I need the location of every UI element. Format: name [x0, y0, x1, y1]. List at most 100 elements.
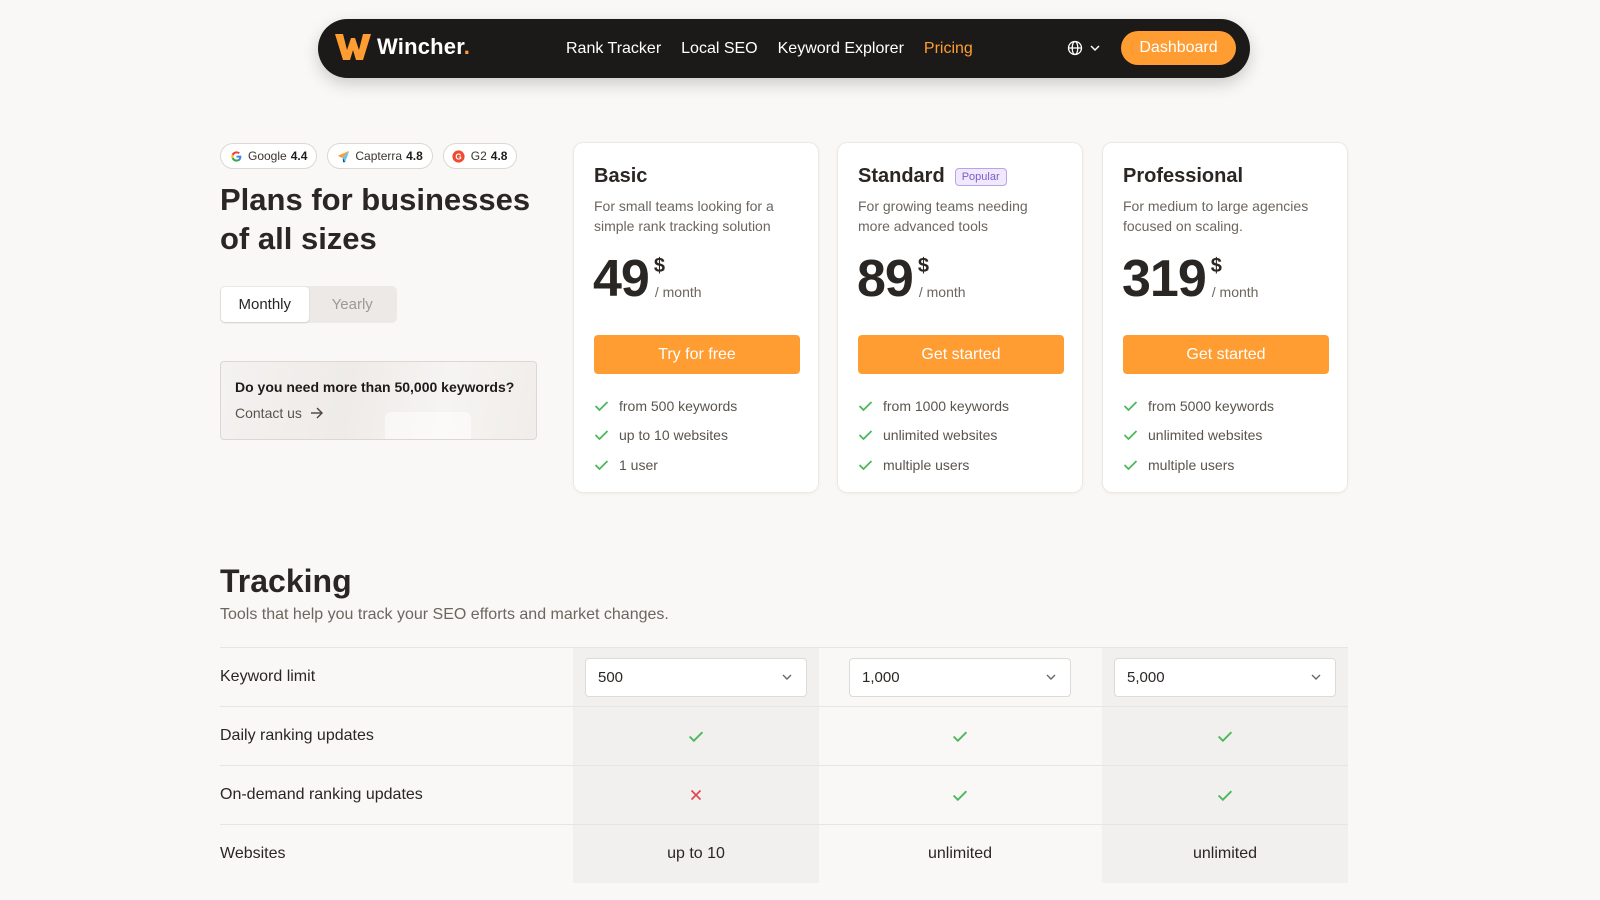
keyword-limit-select-basic[interactable]: 500 [585, 657, 807, 697]
nav-link-keyword-explorer[interactable]: Keyword Explorer [778, 40, 904, 58]
table-cell: 5,000 [1102, 648, 1348, 706]
wincher-logo-icon [335, 34, 371, 60]
arrow-right-icon [310, 407, 323, 419]
svg-text:G: G [456, 152, 462, 161]
rating-score: 4.8 [406, 149, 423, 163]
check-icon [594, 460, 609, 471]
brand-logo[interactable]: Wincher. [334, 32, 470, 62]
plan-name: Basic [594, 165, 647, 188]
row-label: Websites [220, 845, 286, 862]
chevron-down-icon [1311, 674, 1321, 680]
table-cell: unlimited [1102, 825, 1348, 883]
get-started-button[interactable]: Get started [858, 335, 1064, 374]
section-title-tracking: Tracking [220, 563, 352, 599]
contact-us-link[interactable]: Contact us [235, 405, 324, 421]
keyword-limit-select-standard[interactable]: 1,000 [849, 657, 1071, 697]
table-cell: 1,000 [837, 648, 1083, 706]
row-label: On-demand ranking updates [220, 786, 423, 803]
feature-item: from 500 keywords [594, 391, 737, 421]
nav-links: Rank Tracker Local SEO Keyword Explorer … [566, 19, 993, 78]
page-title: Plans for businesses of all sizes [220, 182, 531, 256]
table-cell [1102, 766, 1348, 824]
price-amount: 89 [857, 250, 914, 308]
price-period: / month [654, 284, 702, 300]
rating-source: G2 [470, 149, 487, 163]
feature-text: multiple users [1148, 456, 1235, 473]
plan-card-professional: Professional For medium to large agencie… [1102, 142, 1348, 493]
plan-name: Standard Popular [858, 165, 1007, 188]
plan-card-standard: Standard Popular For growing teams needin… [837, 142, 1083, 493]
price-currency: $ [1210, 255, 1222, 277]
plan-price: 89 $ / month [857, 251, 978, 307]
table-cell: 500 [573, 648, 819, 706]
feature-text: from 500 keywords [619, 397, 738, 414]
plan-price: 49 $ / month [593, 251, 714, 307]
language-selector[interactable] [1067, 40, 1102, 56]
feature-text: unlimited websites [883, 427, 998, 444]
table-row: Websites up to 10 unlimited unlimited [220, 824, 1348, 883]
billing-option-monthly[interactable]: Monthly [221, 287, 309, 322]
rating-badge-g2[interactable]: G G2 4.8 [442, 143, 518, 169]
billing-toggle: Monthly Yearly [220, 286, 397, 323]
feature-item: unlimited websites [858, 421, 1009, 451]
nav-link-rank-tracker[interactable]: Rank Tracker [566, 40, 661, 58]
feature-item: 1 user [594, 450, 737, 480]
billing-option-yearly[interactable]: Yearly [309, 287, 397, 322]
feature-text: unlimited websites [1148, 427, 1263, 444]
check-icon [1123, 401, 1138, 412]
feature-item: multiple users [858, 450, 1009, 480]
select-value: 5,000 [1127, 668, 1165, 686]
comparison-table: Keyword limit 500 1,000 5,000 Daily rank… [220, 647, 1348, 883]
rating-score: 4.8 [490, 149, 508, 163]
ratings-row: Google 4.4 Capterra 4.8 G G2 4.8 [220, 143, 527, 169]
rating-badge-capterra[interactable]: Capterra 4.8 [327, 143, 433, 169]
table-cell: unlimited [927, 845, 993, 862]
google-icon [229, 149, 243, 163]
contact-question: Do you need more than 50,000 keywords? [235, 379, 515, 395]
plan-description: For small teams looking for a simple ran… [594, 198, 774, 234]
feature-text: from 1000 keywords [883, 397, 1010, 414]
rating-source: Google [248, 149, 287, 163]
get-started-button[interactable]: Get started [1123, 335, 1329, 374]
contact-us-label: Contact us [235, 405, 302, 421]
row-label: Keyword limit [220, 668, 316, 685]
contact-sales-box: Do you need more than 50,000 keywords? C… [220, 361, 537, 440]
dashboard-button[interactable]: Dashboard [1121, 31, 1236, 65]
feature-text: up to 10 websites [619, 427, 728, 444]
feature-text: multiple users [883, 456, 970, 473]
plan-name-text: Professional [1123, 165, 1244, 187]
keyword-limit-select-professional[interactable]: 5,000 [1114, 657, 1336, 697]
check-icon [952, 790, 968, 801]
plan-price: 319 $ / month [1122, 251, 1271, 307]
plan-description: For medium to large agencies focused on … [1123, 198, 1309, 234]
row-label: Daily ranking updates [220, 727, 374, 744]
plan-name-text: Standard [858, 165, 945, 187]
g2-icon: G [452, 149, 466, 163]
feature-item: from 1000 keywords [858, 391, 1009, 421]
check-icon [858, 460, 873, 471]
select-value: 500 [598, 668, 624, 686]
feature-item: up to 10 websites [594, 421, 737, 451]
plan-card-basic: Basic For small teams looking for a simp… [573, 142, 819, 493]
rating-score: 4.4 [290, 149, 308, 163]
rating-badge-google[interactable]: Google 4.4 [220, 143, 318, 169]
try-for-free-button[interactable]: Try for free [594, 335, 800, 374]
brand-name: Wincher. [377, 34, 471, 59]
price-currency: $ [917, 255, 929, 277]
contact-box-decoration [385, 412, 471, 439]
plan-name-text: Basic [594, 165, 648, 187]
feature-text: from 5000 keywords [1148, 397, 1275, 414]
feature-list: from 5000 keywords unlimited websites mu… [1123, 391, 1274, 480]
check-icon [688, 731, 704, 742]
feature-list: from 1000 keywords unlimited websites mu… [858, 391, 1009, 480]
check-icon [1123, 430, 1138, 441]
chevron-down-icon [782, 674, 792, 680]
check-icon [858, 401, 873, 412]
nav-link-local-seo[interactable]: Local SEO [681, 40, 757, 58]
nav-link-pricing[interactable]: Pricing [924, 40, 973, 58]
section-subtitle: Tools that help you track your SEO effor… [220, 606, 669, 623]
capterra-icon [336, 149, 350, 163]
check-icon [952, 731, 968, 742]
table-cell [573, 766, 819, 824]
table-cell [573, 707, 819, 765]
